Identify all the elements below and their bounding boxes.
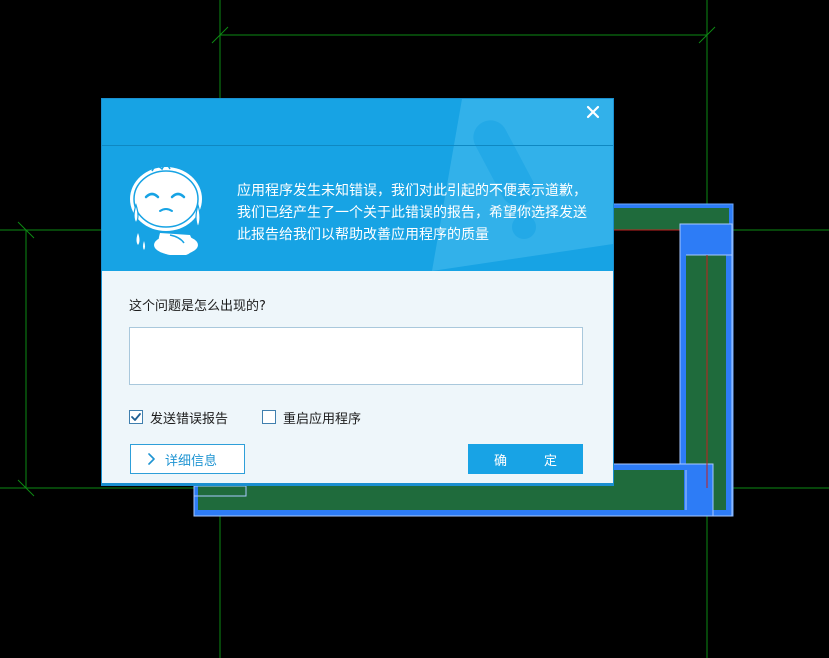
ok-button[interactable]: 确 定 (468, 444, 583, 474)
details-button-label: 详细信息 (165, 453, 218, 469)
question-label: 这个问题是怎么出现的? (129, 299, 266, 314)
send-report-label: 发送错误报告 (150, 411, 229, 427)
title-separator (102, 145, 613, 146)
dialog-header: 应用程序发生未知错误，我们对此引起的不便表示道歉，我们已经产生了一个关于此错误的… (102, 99, 613, 271)
close-icon (586, 105, 600, 119)
dialog-bottom-border (102, 483, 613, 485)
problem-description-input[interactable] (129, 327, 583, 385)
send-report-checkbox[interactable]: 发送错误报告 (129, 408, 229, 427)
ok-button-label: 确 定 (493, 453, 569, 469)
send-report-checkbox-box[interactable] (129, 410, 143, 424)
details-button[interactable]: 详细信息 (130, 444, 245, 474)
close-button[interactable] (583, 102, 603, 122)
restart-app-checkbox[interactable]: 重启应用程序 (262, 408, 362, 427)
error-message: 应用程序发生未知错误，我们对此引起的不便表示道歉，我们已经产生了一个关于此错误的… (237, 183, 587, 243)
chevron-right-icon (147, 453, 155, 465)
error-report-dialog: 应用程序发生未知错误，我们对此引起的不便表示道歉，我们已经产生了一个关于此错误的… (102, 99, 613, 485)
crying-mascot-icon (130, 164, 202, 255)
restart-app-checkbox-box[interactable] (262, 410, 276, 424)
checkmark-icon (131, 413, 141, 421)
title-bar[interactable] (102, 99, 613, 145)
restart-app-label: 重启应用程序 (283, 411, 362, 427)
